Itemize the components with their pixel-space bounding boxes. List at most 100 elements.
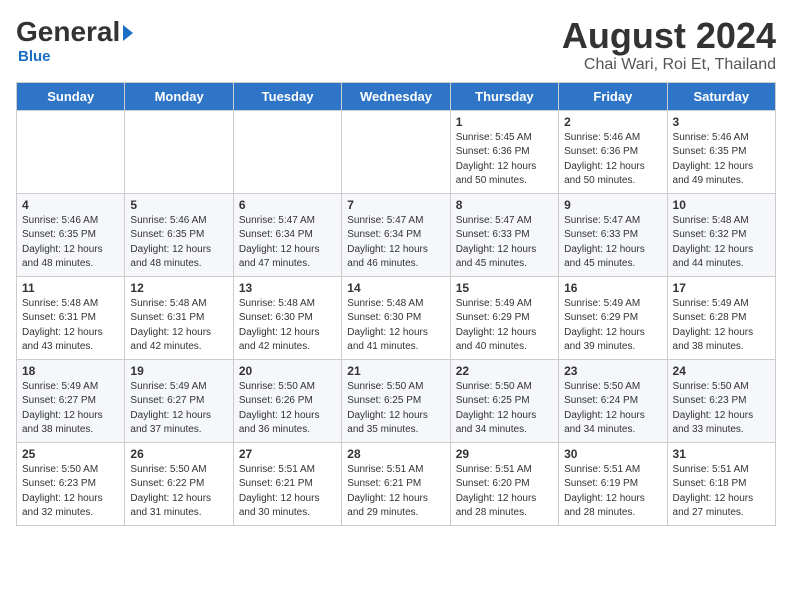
day-number: 20: [239, 364, 336, 378]
day-info: Sunrise: 5:50 AM Sunset: 6:22 PM Dayligh…: [130, 463, 227, 521]
day-number: 12: [130, 281, 227, 295]
calendar-cell: [125, 110, 233, 193]
day-number: 9: [564, 198, 661, 212]
day-number: 17: [673, 281, 770, 295]
day-info: Sunrise: 5:51 AM Sunset: 6:19 PM Dayligh…: [564, 463, 661, 521]
day-info: Sunrise: 5:47 AM Sunset: 6:34 PM Dayligh…: [347, 214, 444, 272]
day-number: 11: [22, 281, 119, 295]
calendar-cell: [342, 110, 450, 193]
day-info: Sunrise: 5:48 AM Sunset: 6:31 PM Dayligh…: [130, 297, 227, 355]
calendar-cell: 5 Sunrise: 5:46 AM Sunset: 6:35 PM Daylig…: [125, 193, 233, 276]
page-header: General Blue August 2024 Chai Wari, Roi …: [16, 16, 776, 74]
week-row-5: 25Sunrise: 5:50 AM Sunset: 6:23 PM Dayli…: [17, 442, 776, 525]
day-number: 7: [347, 198, 444, 212]
week-row-2: 4 Sunrise: 5:46 AM Sunset: 6:35 PM Daylig…: [17, 193, 776, 276]
day-info: Sunrise: 5:50 AM Sunset: 6:24 PM Dayligh…: [564, 380, 661, 438]
calendar-cell: 7 Sunrise: 5:47 AM Sunset: 6:34 PM Daylig…: [342, 193, 450, 276]
day-info: Sunrise: 5:50 AM Sunset: 6:25 PM Dayligh…: [347, 380, 444, 438]
logo: General Blue: [16, 16, 133, 65]
day-number: 6: [239, 198, 336, 212]
calendar-cell: 3 Sunrise: 5:46 AM Sunset: 6:35 PM Daylig…: [667, 110, 775, 193]
day-info: Sunrise: 5:50 AM Sunset: 6:23 PM Dayligh…: [22, 463, 119, 521]
calendar-cell: 25Sunrise: 5:50 AM Sunset: 6:23 PM Dayli…: [17, 442, 125, 525]
header-cell-saturday: Saturday: [667, 82, 775, 110]
calendar-cell: 1 Sunrise: 5:45 AM Sunset: 6:36 PM Daylig…: [450, 110, 558, 193]
day-info: Sunrise: 5:49 AM Sunset: 6:29 PM Dayligh…: [564, 297, 661, 355]
header-cell-friday: Friday: [559, 82, 667, 110]
day-info: Sunrise: 5:47 AM Sunset: 6:34 PM Dayligh…: [239, 214, 336, 272]
calendar-cell: 8 Sunrise: 5:47 AM Sunset: 6:33 PM Daylig…: [450, 193, 558, 276]
day-number: 1: [456, 115, 553, 129]
day-info: Sunrise: 5:49 AM Sunset: 6:27 PM Dayligh…: [130, 380, 227, 438]
header-cell-sunday: Sunday: [17, 82, 125, 110]
calendar-header: SundayMondayTuesdayWednesdayThursdayFrid…: [17, 82, 776, 110]
day-info: Sunrise: 5:46 AM Sunset: 6:35 PM Dayligh…: [673, 131, 770, 189]
day-info: Sunrise: 5:46 AM Sunset: 6:36 PM Dayligh…: [564, 131, 661, 189]
day-info: Sunrise: 5:47 AM Sunset: 6:33 PM Dayligh…: [456, 214, 553, 272]
calendar-title: August 2024: [562, 16, 776, 56]
day-info: Sunrise: 5:50 AM Sunset: 6:23 PM Dayligh…: [673, 380, 770, 438]
calendar-cell: 22 Sunrise: 5:50 AM Sunset: 6:25 PM Dayli…: [450, 359, 558, 442]
logo-blue-text: Blue: [18, 48, 51, 65]
day-info: Sunrise: 5:50 AM Sunset: 6:25 PM Dayligh…: [456, 380, 553, 438]
week-row-1: 1 Sunrise: 5:45 AM Sunset: 6:36 PM Daylig…: [17, 110, 776, 193]
day-info: Sunrise: 5:46 AM Sunset: 6:35 PM Dayligh…: [130, 214, 227, 272]
day-info: Sunrise: 5:51 AM Sunset: 6:18 PM Dayligh…: [673, 463, 770, 521]
day-info: Sunrise: 5:51 AM Sunset: 6:20 PM Dayligh…: [456, 463, 553, 521]
day-number: 28: [347, 447, 444, 461]
calendar-cell: 11 Sunrise: 5:48 AM Sunset: 6:31 PM Dayli…: [17, 276, 125, 359]
calendar-cell: 10Sunrise: 5:48 AM Sunset: 6:32 PM Dayli…: [667, 193, 775, 276]
day-number: 3: [673, 115, 770, 129]
calendar-cell: 6 Sunrise: 5:47 AM Sunset: 6:34 PM Daylig…: [233, 193, 341, 276]
day-number: 22: [456, 364, 553, 378]
day-number: 5: [130, 198, 227, 212]
calendar-table: SundayMondayTuesdayWednesdayThursdayFrid…: [16, 82, 776, 526]
day-number: 14: [347, 281, 444, 295]
day-info: Sunrise: 5:49 AM Sunset: 6:29 PM Dayligh…: [456, 297, 553, 355]
day-info: Sunrise: 5:47 AM Sunset: 6:33 PM Dayligh…: [564, 214, 661, 272]
calendar-cell: 4 Sunrise: 5:46 AM Sunset: 6:35 PM Daylig…: [17, 193, 125, 276]
day-number: 13: [239, 281, 336, 295]
week-row-4: 18 Sunrise: 5:49 AM Sunset: 6:27 PM Dayli…: [17, 359, 776, 442]
day-info: Sunrise: 5:45 AM Sunset: 6:36 PM Dayligh…: [456, 131, 553, 189]
day-number: 4: [22, 198, 119, 212]
header-cell-tuesday: Tuesday: [233, 82, 341, 110]
calendar-cell: 19 Sunrise: 5:49 AM Sunset: 6:27 PM Dayli…: [125, 359, 233, 442]
day-number: 19: [130, 364, 227, 378]
calendar-cell: 24 Sunrise: 5:50 AM Sunset: 6:23 PM Dayli…: [667, 359, 775, 442]
header-cell-monday: Monday: [125, 82, 233, 110]
calendar-cell: 17 Sunrise: 5:49 AM Sunset: 6:28 PM Dayli…: [667, 276, 775, 359]
day-number: 27: [239, 447, 336, 461]
day-number: 26: [130, 447, 227, 461]
header-row: SundayMondayTuesdayWednesdayThursdayFrid…: [17, 82, 776, 110]
day-info: Sunrise: 5:49 AM Sunset: 6:28 PM Dayligh…: [673, 297, 770, 355]
day-number: 31: [673, 447, 770, 461]
day-number: 8: [456, 198, 553, 212]
day-number: 18: [22, 364, 119, 378]
day-number: 2: [564, 115, 661, 129]
calendar-cell: [233, 110, 341, 193]
calendar-cell: 30Sunrise: 5:51 AM Sunset: 6:19 PM Dayli…: [559, 442, 667, 525]
day-info: Sunrise: 5:51 AM Sunset: 6:21 PM Dayligh…: [239, 463, 336, 521]
day-number: 23: [564, 364, 661, 378]
calendar-cell: 23 Sunrise: 5:50 AM Sunset: 6:24 PM Dayli…: [559, 359, 667, 442]
calendar-cell: 12 Sunrise: 5:48 AM Sunset: 6:31 PM Dayli…: [125, 276, 233, 359]
day-info: Sunrise: 5:46 AM Sunset: 6:35 PM Dayligh…: [22, 214, 119, 272]
week-row-3: 11 Sunrise: 5:48 AM Sunset: 6:31 PM Dayli…: [17, 276, 776, 359]
logo-general-text: General: [16, 16, 120, 48]
calendar-cell: 14Sunrise: 5:48 AM Sunset: 6:30 PM Dayli…: [342, 276, 450, 359]
calendar-cell: 26 Sunrise: 5:50 AM Sunset: 6:22 PM Dayli…: [125, 442, 233, 525]
day-number: 24: [673, 364, 770, 378]
calendar-title-block: August 2024 Chai Wari, Roi Et, Thailand: [562, 16, 776, 74]
calendar-cell: 27 Sunrise: 5:51 AM Sunset: 6:21 PM Dayli…: [233, 442, 341, 525]
header-cell-thursday: Thursday: [450, 82, 558, 110]
calendar-cell: 20Sunrise: 5:50 AM Sunset: 6:26 PM Dayli…: [233, 359, 341, 442]
day-info: Sunrise: 5:48 AM Sunset: 6:32 PM Dayligh…: [673, 214, 770, 272]
day-number: 29: [456, 447, 553, 461]
calendar-cell: 16Sunrise: 5:49 AM Sunset: 6:29 PM Dayli…: [559, 276, 667, 359]
logo-triangle-icon: [123, 25, 133, 41]
day-info: Sunrise: 5:48 AM Sunset: 6:31 PM Dayligh…: [22, 297, 119, 355]
header-cell-wednesday: Wednesday: [342, 82, 450, 110]
calendar-cell: 18Sunrise: 5:49 AM Sunset: 6:27 PM Dayli…: [17, 359, 125, 442]
calendar-cell: 2 Sunrise: 5:46 AM Sunset: 6:36 PM Daylig…: [559, 110, 667, 193]
